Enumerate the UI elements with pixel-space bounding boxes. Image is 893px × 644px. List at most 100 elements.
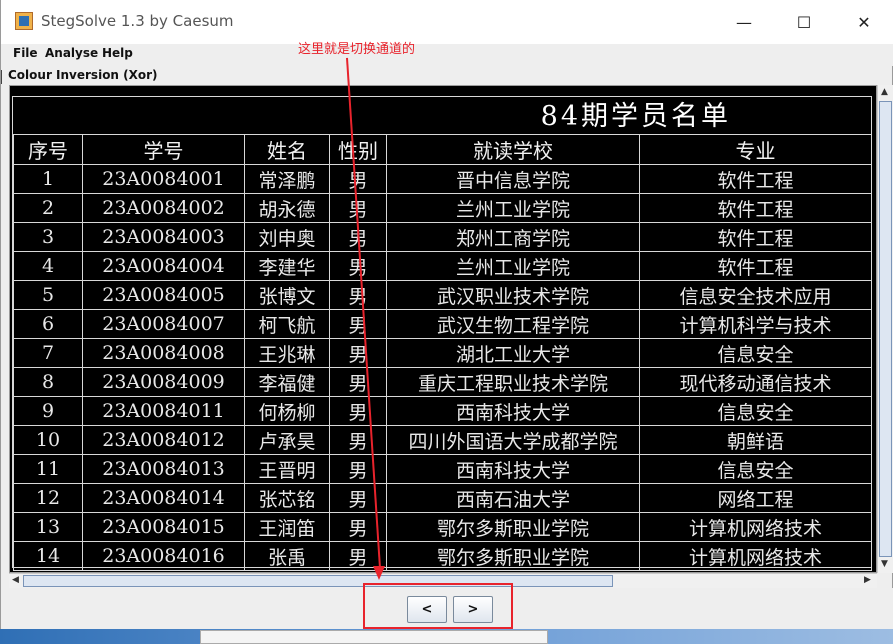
cell-name: 王兆琳 [244,338,330,368]
cell-student-id: 23A0084011 [82,396,245,426]
table-row: 5 23A0084005 张博文男武汉职业技术学院 信息安全技术应用 [13,280,872,310]
window-title: StegSolve 1.3 by Caesum [41,12,234,30]
cell-gender: 男 [329,396,387,426]
cell-name: 卢承昊 [244,425,330,455]
maximize-button[interactable]: ☐ [781,0,827,44]
menu-help[interactable]: Help [102,46,133,60]
cell-gender: 男 [329,338,387,368]
cell-gender: 男 [329,164,387,194]
menu-analyse[interactable]: Analyse [45,46,98,60]
menu-bar: File Analyse Help [1,44,893,66]
cell-school: 重庆工程职业技术学院 [386,367,640,397]
annotation-arrowhead [373,566,385,580]
cell-gender: 男 [329,454,387,484]
table-row: 323A0084003刘申奥男郑州工商学院软件工程 [13,222,872,252]
cell-student-id: 23A0084016 [82,541,245,571]
scroll-left-arrow-icon[interactable]: ◀ [12,575,19,585]
cell-major: 计算机网络技术 [639,512,872,542]
cell-major: 信息安全 [639,396,872,426]
header-major: 专业 [639,134,872,165]
cell-no: 7 [13,338,83,368]
minimize-button[interactable]: — [721,0,767,44]
roster-title: 84期学员名单 [540,101,731,132]
cell-school: 西南石油大学 [386,483,640,513]
cell-name: 张芯铭 [244,483,330,513]
cell-major: 信息安全技术应用 [639,280,872,310]
cell-gender: 男 [329,280,387,310]
cell-major: 现代移动通信技术 [639,367,872,397]
horizontal-scroll-thumb[interactable] [23,575,613,587]
cell-name: 张博文 [244,280,330,310]
cell-name: 常泽鹏 [244,164,330,194]
annotation-text: 这里就是切换通道的 [298,42,416,57]
cell-student-id: 23A0084007 [82,309,245,339]
cell-school: 西南科技大学 [386,396,640,426]
cell-no: 4 [13,251,83,281]
desktop-taskbar [0,629,893,644]
cell-name: 柯飞航 [244,309,330,339]
cell-student-id: 23A0084009 [82,367,245,397]
cell-student-id: 23A0084004 [82,251,245,281]
cell-student-id: 23A0084013 [82,454,245,484]
menu-file[interactable]: File [13,46,38,60]
cell-no: 14 [13,541,83,571]
table-row: 2 23A0084002 胡永德男兰州工业学院 软件工程 [13,193,872,223]
roster-table: 序号 学号 姓名 性别 就读学校 专业 1 23A0084001 常泽鹏男晋中信息学… [13,134,872,571]
table-row: 9 23A0084011 何杨柳男西南科技大学 信息安全 [13,396,872,426]
cell-major: 朝鲜语 [639,425,872,455]
cell-major: 软件工程 [639,222,872,252]
cell-no: 13 [13,512,83,542]
roster-image: 84期学员名单 序号 学号 姓名 性别 就读学校 专业 1 23A0084001… [12,96,872,571]
header-school: 就读学校 [386,134,640,165]
cell-no: 1 [13,164,83,194]
cell-school: 鄂尔多斯职业学院 [386,541,640,571]
cell-no: 6 [13,309,83,339]
title-bar[interactable]: StegSolve 1.3 by Caesum — ☐ ✕ [1,0,893,44]
roster-header-row: 序号 学号 姓名 性别 就读学校 专业 [13,134,872,165]
cell-major: 计算机网络技术 [639,541,872,571]
cell-name: 李福健 [244,367,330,397]
cell-student-id: 23A0084001 [82,164,245,194]
cell-major: 软件工程 [639,193,872,223]
header-name: 姓名 [244,134,330,165]
annotation-highlight-box [363,583,513,629]
cell-school: 兰州工业学院 [386,193,640,223]
taskbar-window-item[interactable] [200,630,548,644]
stegsolve-window: StegSolve 1.3 by Caesum — ☐ ✕ File Analy… [0,0,893,644]
cell-school: 四川外国语大学成都学院 [386,425,640,455]
cell-major: 软件工程 [639,164,872,194]
table-row: 10 23A0084012 卢承昊男四川外国语大学成都学院 朝鲜语 [13,425,872,455]
cell-student-id: 23A0084015 [82,512,245,542]
cell-no: 2 [13,193,83,223]
cell-school: 郑州工商学院 [386,222,640,252]
table-row: 7 23A0084008 王兆琳男湖北工业大学 信息安全 [13,338,872,368]
header-gender: 性别 [329,134,387,165]
cell-major: 信息安全 [639,454,872,484]
image-viewport[interactable]: 84期学员名单 序号 学号 姓名 性别 就读学校 专业 1 23A0084001… [9,85,877,573]
cell-gender: 男 [329,367,387,397]
cell-school: 鄂尔多斯职业学院 [386,512,640,542]
cell-major: 网络工程 [639,483,872,513]
vertical-scrollbar[interactable]: ▲ ▼ [877,85,893,573]
table-row: 8 23A0084009 李福健男重庆工程职业技术学院 现代移动通信技术 [13,367,872,397]
cell-school: 武汉职业技术学院 [386,280,640,310]
cell-student-id: 23A0084014 [82,483,245,513]
scroll-up-arrow-icon[interactable]: ▲ [881,87,888,97]
cell-name: 李建华 [244,251,330,281]
cell-major: 信息安全 [639,338,872,368]
vertical-scroll-thumb[interactable] [879,101,892,557]
cell-no: 3 [13,222,83,252]
close-button[interactable]: ✕ [841,0,887,44]
table-row: 6 23A0084007 柯飞航男武汉生物工程学院 计算机科学与技术 [13,309,872,339]
table-row: 14 23A0084016 张禹男鄂尔多斯职业学院 计算机网络技术 [13,541,872,571]
scroll-down-arrow-icon[interactable]: ▼ [881,559,888,569]
table-row: 11 23A0084013 王晋明男西南科技大学 信息安全 [13,454,872,484]
table-row: 4 23A0084004 李建华男兰州工业学院 软件工程 [13,251,872,281]
header-no: 序号 [13,134,83,165]
cell-student-id: 23A0084012 [82,425,245,455]
scroll-right-arrow-icon[interactable]: ▶ [864,575,871,585]
cell-student-id: 23A0084005 [82,280,245,310]
cell-student-id: 23A0084003 [82,222,245,252]
table-row: 13 23A0084015 王润笛男鄂尔多斯职业学院 计算机网络技术 [13,512,872,542]
cell-name: 王晋明 [244,454,330,484]
